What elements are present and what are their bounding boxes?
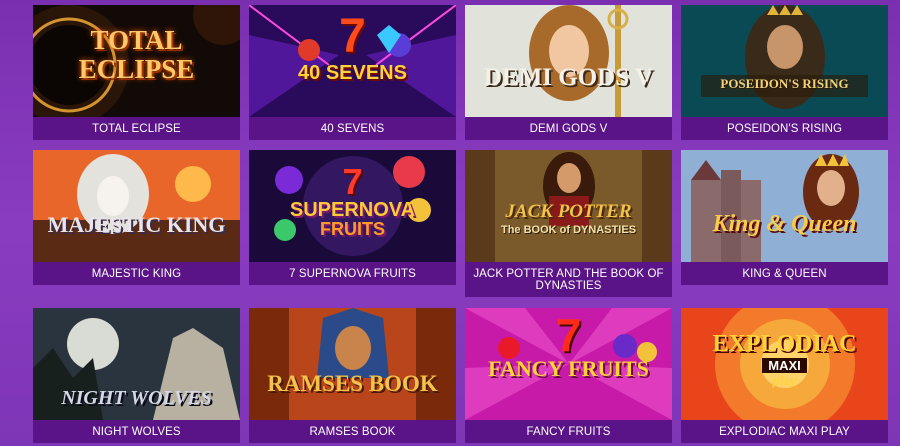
game-tile-fancy-fruits[interactable]: 7 FANCY FRUITS FANCY FRUITS: [465, 308, 672, 443]
game-thumbnail[interactable]: 7 40 SEVENS: [249, 5, 456, 117]
game-logo: 7 SUPERNOVA FRUITS: [249, 161, 456, 239]
castle-art: [681, 150, 888, 262]
logo-line: EXPLODIAC: [712, 331, 857, 357]
lion-art: [33, 150, 240, 262]
game-thumbnail[interactable]: RAMSES BOOK: [249, 308, 456, 420]
game-thumbnail[interactable]: TOTAL ECLIPSE: [33, 5, 240, 117]
game-logo: DEMI GODS V: [483, 64, 653, 91]
game-logo: 7 FANCY FRUITS: [465, 312, 672, 380]
game-logo: RAMSES BOOK: [267, 371, 438, 396]
game-tile-explodiac-maxi-play[interactable]: EXPLODIAC MAXI play EXPLODIAC MAXI PLAY: [681, 308, 888, 443]
logo-line: FRUITS: [320, 219, 385, 239]
game-logo: JACK POTTER The BOOK of DYNASTIES: [465, 202, 672, 236]
game-logo: NIGHT WOLVES: [61, 387, 212, 409]
game-title[interactable]: KING & QUEEN: [681, 262, 888, 285]
game-thumbnail[interactable]: King & Queen: [681, 150, 888, 262]
game-logo: King & Queen: [712, 211, 857, 237]
game-title[interactable]: EXPLODIAC MAXI PLAY: [681, 420, 888, 443]
game-title[interactable]: TOTAL ECLIPSE: [33, 117, 240, 140]
game-title[interactable]: MAJESTIC KING: [33, 262, 240, 285]
logo-line: ECLIPSE: [78, 54, 195, 84]
game-title[interactable]: JACK POTTER AND THE BOOK OF DYNASTIES: [465, 262, 672, 297]
pharaoh-art: [249, 308, 456, 420]
game-tile-king-and-queen[interactable]: King & Queen KING & QUEEN: [681, 150, 888, 285]
logo-line: TOTAL: [90, 25, 183, 55]
game-title[interactable]: NIGHT WOLVES: [33, 420, 240, 443]
game-title[interactable]: POSEIDON'S RISING: [681, 117, 888, 140]
game-tile-poseidons-rising[interactable]: POSEIDON'S RISING POSEIDON'S RISING: [681, 5, 888, 140]
game-logo: EXPLODIAC MAXI play: [681, 332, 888, 387]
logo-seven: 7: [555, 309, 582, 361]
game-title[interactable]: RAMSES BOOK: [249, 420, 456, 443]
game-tile-40-sevens[interactable]: 7 40 SEVENS 40 SEVENS: [249, 5, 456, 140]
game-tile-majestic-king[interactable]: MAJESTIC KING MAJESTIC KING: [33, 150, 240, 285]
game-logo: MAJESTIC KING: [47, 212, 226, 237]
logo-line: 40 SEVENS: [298, 62, 407, 84]
game-logo: TOTAL ECLIPSE: [33, 27, 240, 83]
game-thumbnail[interactable]: DEMI GODS V: [465, 5, 672, 117]
game-title[interactable]: 7 SUPERNOVA FRUITS: [249, 262, 456, 285]
game-thumbnail[interactable]: JACK POTTER The BOOK of DYNASTIES: [465, 150, 672, 262]
game-thumbnail[interactable]: 7 SUPERNOVA FRUITS: [249, 150, 456, 262]
logo-line: MAXI: [762, 358, 807, 373]
game-thumbnail[interactable]: 7 FANCY FRUITS: [465, 308, 672, 420]
game-tile-jack-potter[interactable]: JACK POTTER The BOOK of DYNASTIES JACK P…: [465, 150, 672, 297]
game-title[interactable]: 40 SEVENS: [249, 117, 456, 140]
game-tile-7-supernova-fruits[interactable]: 7 SUPERNOVA FRUITS 7 SUPERNOVA FRUITS: [249, 150, 456, 285]
game-thumbnail[interactable]: NIGHT WOLVES: [33, 308, 240, 420]
game-logo: POSEIDON'S RISING: [720, 76, 849, 91]
game-tile-total-eclipse[interactable]: TOTAL ECLIPSE TOTAL ECLIPSE: [33, 5, 240, 140]
game-title[interactable]: FANCY FRUITS: [465, 420, 672, 443]
logo-seven: 7: [339, 10, 366, 63]
logo-seven: 7: [342, 161, 363, 202]
poseidon-art: [681, 5, 888, 117]
logo-line: JACK POTTER: [505, 201, 632, 222]
logo-line: FANCY FRUITS: [488, 356, 649, 381]
game-tile-night-wolves[interactable]: NIGHT WOLVES NIGHT WOLVES: [33, 308, 240, 443]
game-thumbnail[interactable]: EXPLODIAC MAXI play: [681, 308, 888, 420]
logo-line: play: [772, 374, 797, 388]
game-tile-demi-gods-v[interactable]: DEMI GODS V DEMI GODS V: [465, 5, 672, 140]
game-logo: 7 40 SEVENS: [249, 10, 456, 84]
game-tile-ramses-book[interactable]: RAMSES BOOK RAMSES BOOK: [249, 308, 456, 443]
logo-line: The BOOK of DYNASTIES: [500, 224, 637, 236]
game-thumbnail[interactable]: MAJESTIC KING: [33, 150, 240, 262]
logo-line: SUPERNOVA: [289, 199, 416, 221]
game-title[interactable]: DEMI GODS V: [465, 117, 672, 140]
game-thumbnail[interactable]: POSEIDON'S RISING: [681, 5, 888, 117]
goddess-art: [465, 5, 672, 117]
